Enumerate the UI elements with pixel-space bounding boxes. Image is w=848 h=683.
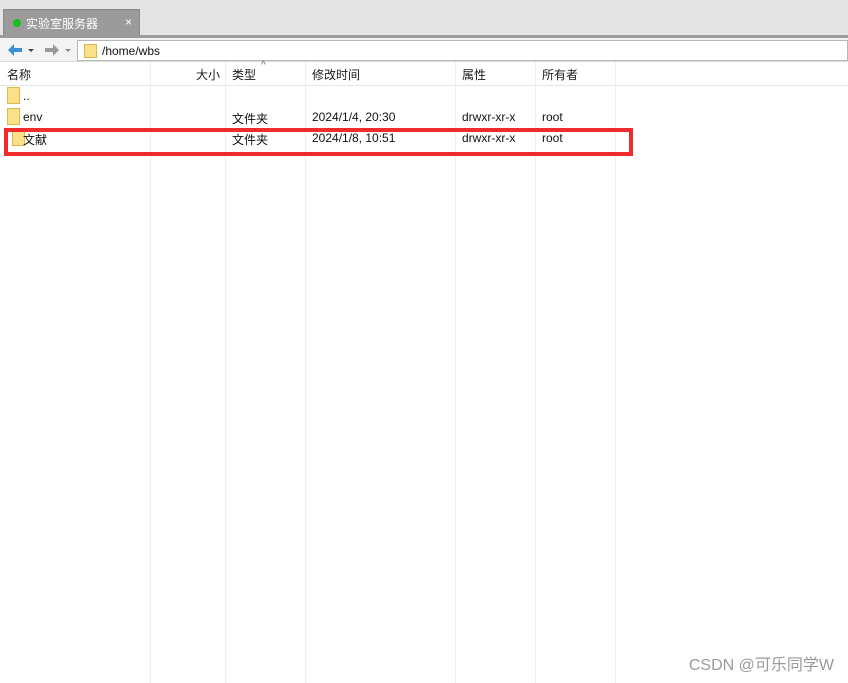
column-divider[interactable] — [225, 62, 226, 683]
column-owner[interactable]: 所有者 — [542, 66, 578, 83]
file-type: 文件夹 — [232, 133, 269, 147]
file-permissions: drwxr-xr-x — [462, 131, 516, 145]
back-history-dropdown-icon[interactable] — [27, 42, 35, 58]
file-row-env[interactable]: env 文件夹 2024/1/4, 20:30 drwxr-xr-x root — [0, 107, 616, 128]
tab-lab-server[interactable]: 实验室服务器 × — [3, 9, 140, 36]
file-row-wenxian[interactable]: 文献 文件夹 2024/1/8, 10:51 drwxr-xr-x root — [0, 128, 616, 149]
file-permissions: drwxr-xr-x — [462, 110, 516, 124]
column-divider[interactable] — [535, 62, 536, 683]
file-row-parent[interactable]: .. — [0, 86, 616, 107]
tab-close-icon[interactable]: × — [125, 15, 132, 29]
column-header: 名称 大小 类型 修改时间 属性 所有者 — [0, 62, 848, 86]
forward-arrow-icon[interactable] — [43, 42, 61, 58]
file-name: env — [23, 110, 43, 124]
file-modified: 2024/1/8, 10:51 — [312, 131, 396, 145]
file-name: 文献 — [23, 133, 48, 147]
sort-ascending-icon: ^ — [261, 60, 266, 71]
column-size[interactable]: 大小 — [196, 66, 220, 83]
back-arrow-icon[interactable] — [6, 42, 24, 58]
path-text: /home/wbs — [102, 44, 161, 58]
column-divider[interactable] — [305, 62, 306, 683]
folder-icon — [7, 108, 20, 125]
tab-strip: 实验室服务器 × — [0, 0, 848, 36]
column-divider[interactable] — [455, 62, 456, 683]
address-bar: /home/wbs — [0, 38, 848, 62]
tab-title: 实验室服务器 — [26, 17, 99, 31]
column-modified[interactable]: 修改时间 — [312, 66, 360, 83]
column-name[interactable]: 名称 — [7, 66, 31, 83]
column-divider[interactable] — [615, 62, 616, 683]
watermark: CSDN @可乐同学W — [688, 657, 834, 674]
column-permissions[interactable]: 属性 — [462, 66, 486, 83]
column-divider[interactable] — [150, 62, 151, 683]
file-owner: root — [542, 131, 563, 145]
column-type[interactable]: 类型 — [232, 66, 256, 83]
folder-icon — [7, 87, 20, 104]
file-modified: 2024/1/4, 20:30 — [312, 110, 396, 124]
file-name: .. — [23, 89, 30, 103]
folder-icon — [84, 44, 97, 58]
file-owner: root — [542, 110, 563, 124]
file-type: 文件夹 — [232, 112, 269, 126]
forward-history-dropdown-icon[interactable] — [64, 42, 72, 58]
path-input[interactable]: /home/wbs — [77, 40, 848, 61]
connection-status-icon — [13, 19, 21, 27]
